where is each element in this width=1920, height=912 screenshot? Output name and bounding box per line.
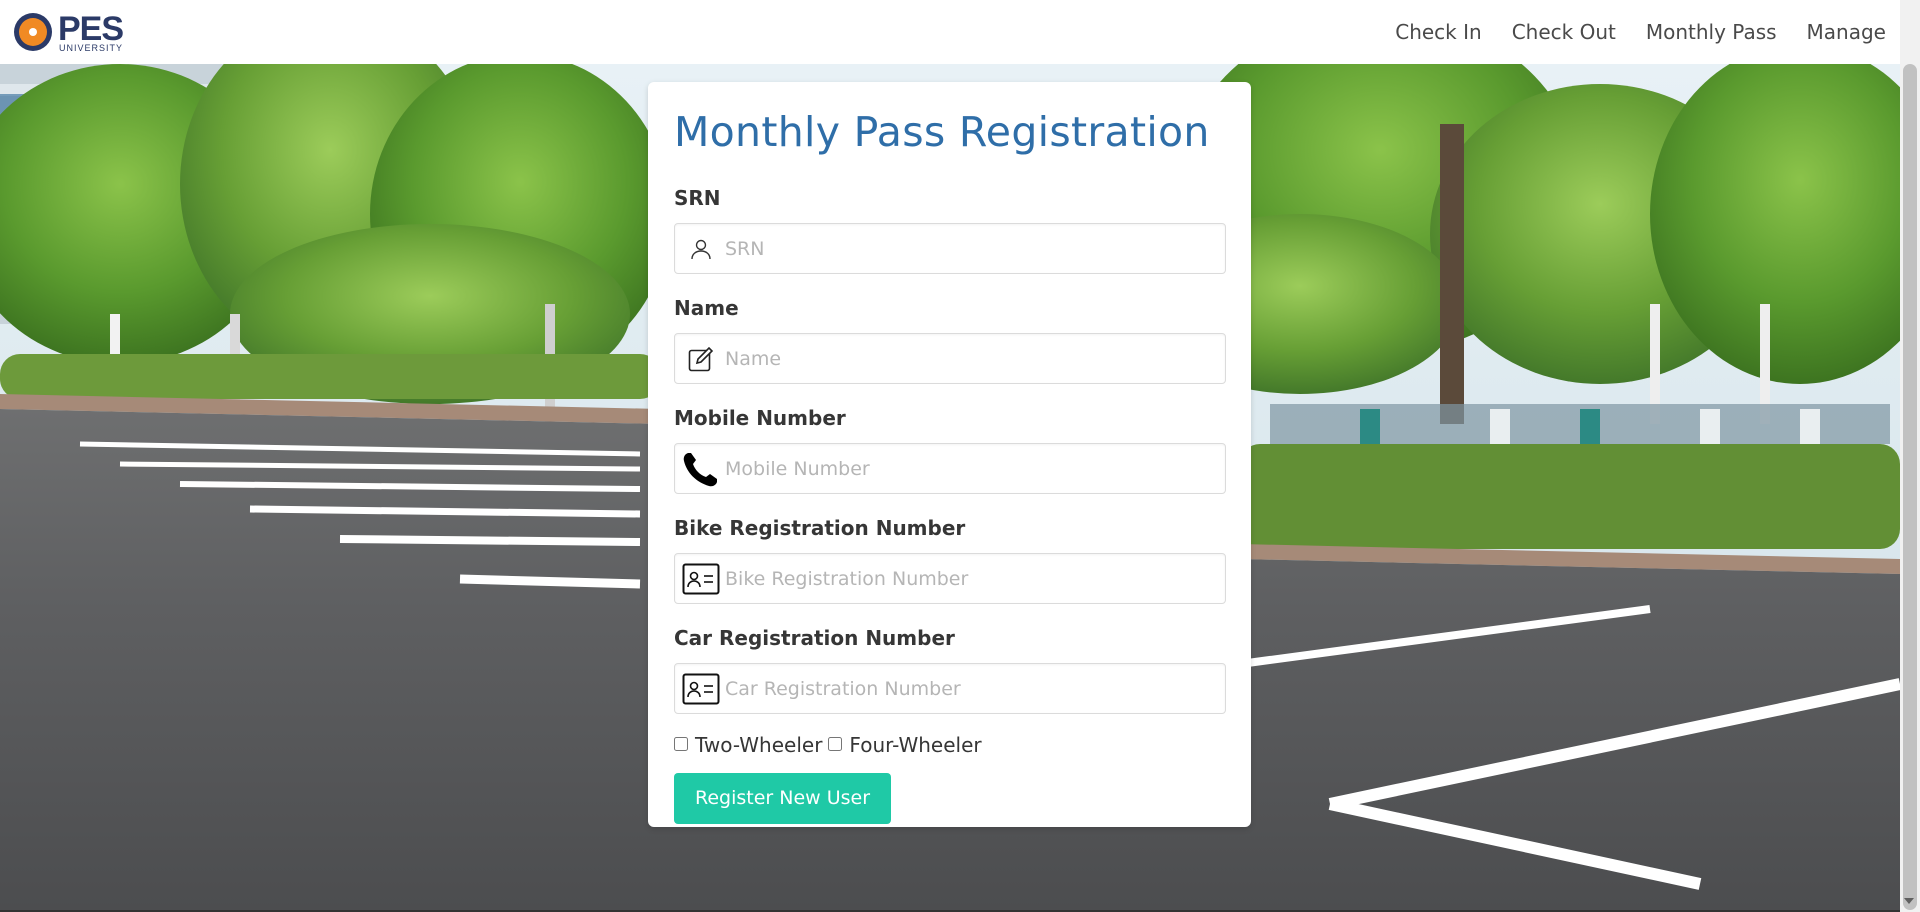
name-field xyxy=(674,333,1226,384)
four-wheeler-label[interactable]: Four-Wheeler xyxy=(849,733,981,757)
mobile-number-input[interactable] xyxy=(725,444,1220,493)
pes-university-logo[interactable]: PES UNIVERSITY xyxy=(14,9,124,53)
nav-monthly-pass[interactable]: Monthly Pass xyxy=(1646,20,1777,44)
mobile-number-field xyxy=(674,443,1226,494)
car-registration-field xyxy=(674,663,1226,714)
mobile-number-label: Mobile Number xyxy=(674,406,846,430)
nav-links: Check In Check Out Monthly Pass Manage xyxy=(1395,20,1886,44)
srn-field xyxy=(674,223,1226,274)
phone-icon xyxy=(681,449,721,489)
two-wheeler-label[interactable]: Two-Wheeler xyxy=(695,733,822,757)
register-new-user-button[interactable]: Register New User xyxy=(674,773,892,824)
two-wheeler-checkbox[interactable] xyxy=(674,737,688,751)
edit-icon xyxy=(681,339,721,379)
nav-manage[interactable]: Manage xyxy=(1807,20,1886,44)
user-icon xyxy=(681,229,721,269)
bike-registration-field xyxy=(674,553,1226,604)
nav-check-out[interactable]: Check Out xyxy=(1512,20,1616,44)
monthly-pass-form-card: Monthly Pass Registration SRN Name Mobil… xyxy=(648,82,1251,827)
logo-subtext: UNIVERSITY xyxy=(59,42,124,53)
id-card-icon xyxy=(681,669,721,709)
form-title: Monthly Pass Registration xyxy=(674,108,1210,156)
scrollbar-thumb[interactable] xyxy=(1903,64,1917,910)
nav-check-in[interactable]: Check In xyxy=(1395,20,1481,44)
name-label: Name xyxy=(674,296,739,320)
top-navbar: PES UNIVERSITY Check In Check Out Monthl… xyxy=(0,0,1900,64)
id-card-icon xyxy=(681,559,721,599)
car-registration-label: Car Registration Number xyxy=(674,626,955,650)
logo-word: PES xyxy=(58,9,124,48)
vehicle-type-checkboxes: Two-Wheeler Four-Wheeler xyxy=(674,733,1225,757)
bike-registration-input[interactable] xyxy=(725,554,1220,603)
car-registration-input[interactable] xyxy=(725,664,1220,713)
srn-label: SRN xyxy=(674,186,721,210)
scroll-down-arrow-icon[interactable] xyxy=(1904,898,1914,904)
bike-registration-label: Bike Registration Number xyxy=(674,516,966,540)
four-wheeler-checkbox[interactable] xyxy=(828,737,843,751)
name-input[interactable] xyxy=(725,334,1220,383)
logo-emblem-icon xyxy=(14,13,52,51)
srn-input[interactable] xyxy=(725,224,1220,273)
